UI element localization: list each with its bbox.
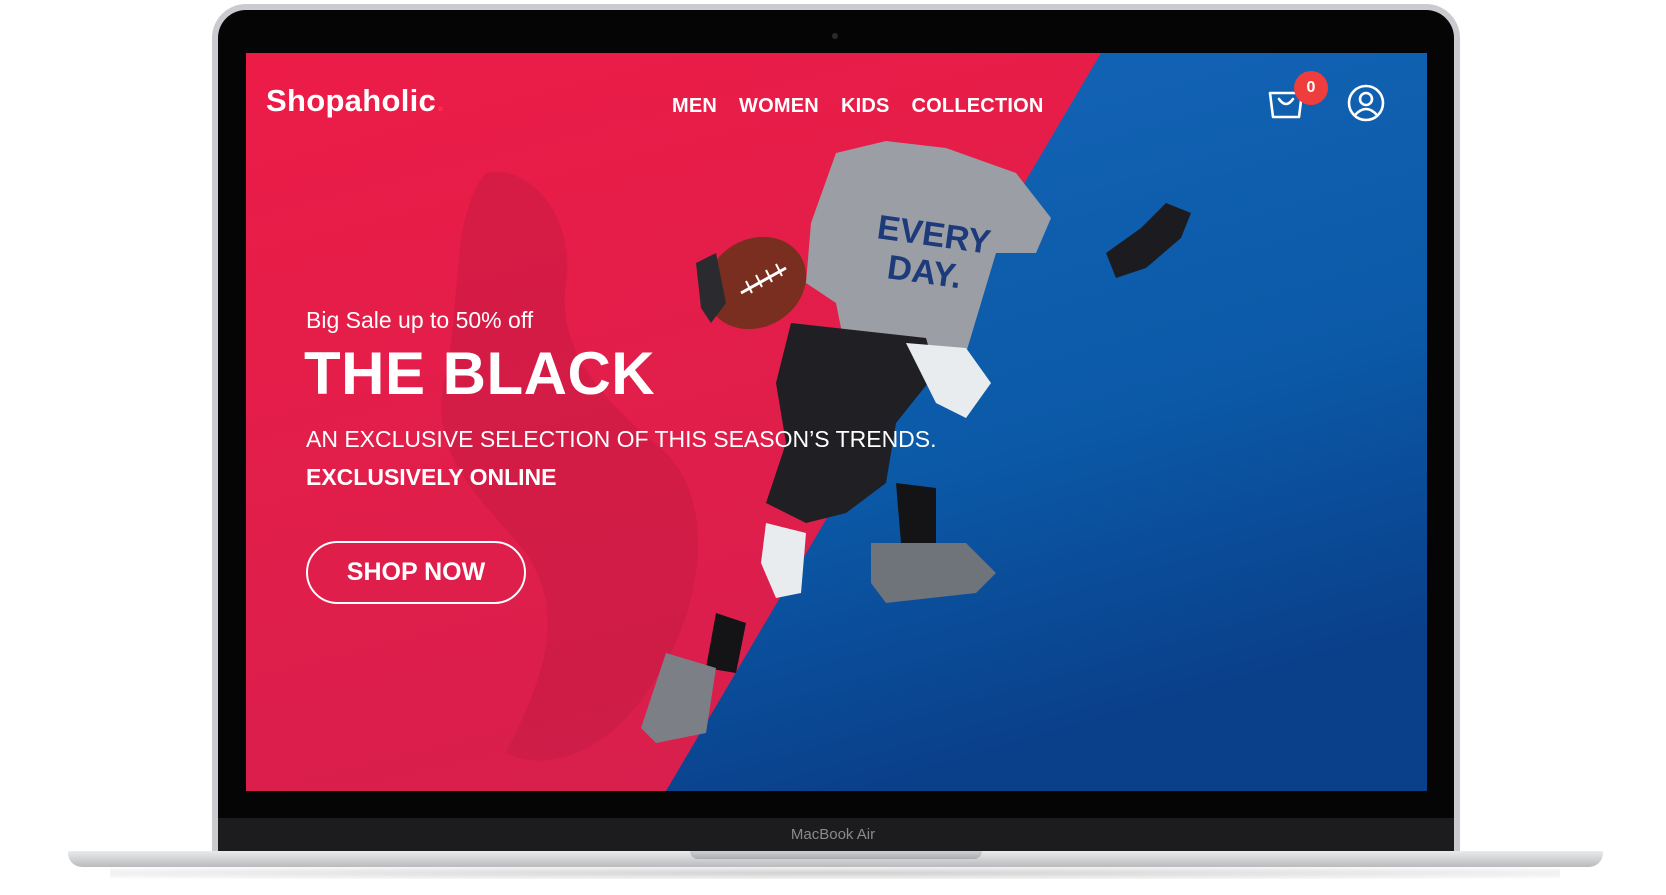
cart-count-badge: 0 [1294, 71, 1328, 105]
nav-women[interactable]: WOMEN [739, 95, 819, 118]
logo-text: Shopaholic [266, 83, 437, 118]
nav-men[interactable]: MEN [672, 95, 717, 118]
hero-subtitle: Big Sale up to 50% off [306, 307, 534, 333]
laptop-base-notch [690, 851, 982, 859]
website-screen: EVERY DAY. Shopaholic. MEN WOMEN KIDS CO… [246, 53, 1427, 791]
site-logo[interactable]: Shopaholic. [266, 83, 445, 119]
main-nav: MEN WOMEN KIDS COLLECTION [672, 95, 1044, 118]
hero-title: THE BLACK [304, 340, 656, 407]
hero-tagline: EXCLUSIVELY ONLINE [306, 464, 557, 490]
device-label: MacBook Air [790, 826, 876, 843]
shop-now-button[interactable]: SHOP NOW [306, 541, 526, 604]
user-icon[interactable] [1346, 83, 1386, 123]
logo-dot: . [436, 83, 445, 118]
laptop-shadow [110, 867, 1560, 879]
camera-icon [832, 33, 838, 39]
nav-kids[interactable]: KIDS [841, 95, 890, 118]
football-player-image: EVERY DAY. [641, 141, 1191, 743]
nav-collection[interactable]: COLLECTION [912, 95, 1044, 118]
hero-description: AN EXCLUSIVE SELECTION OF THIS SEASON’S … [306, 426, 937, 452]
